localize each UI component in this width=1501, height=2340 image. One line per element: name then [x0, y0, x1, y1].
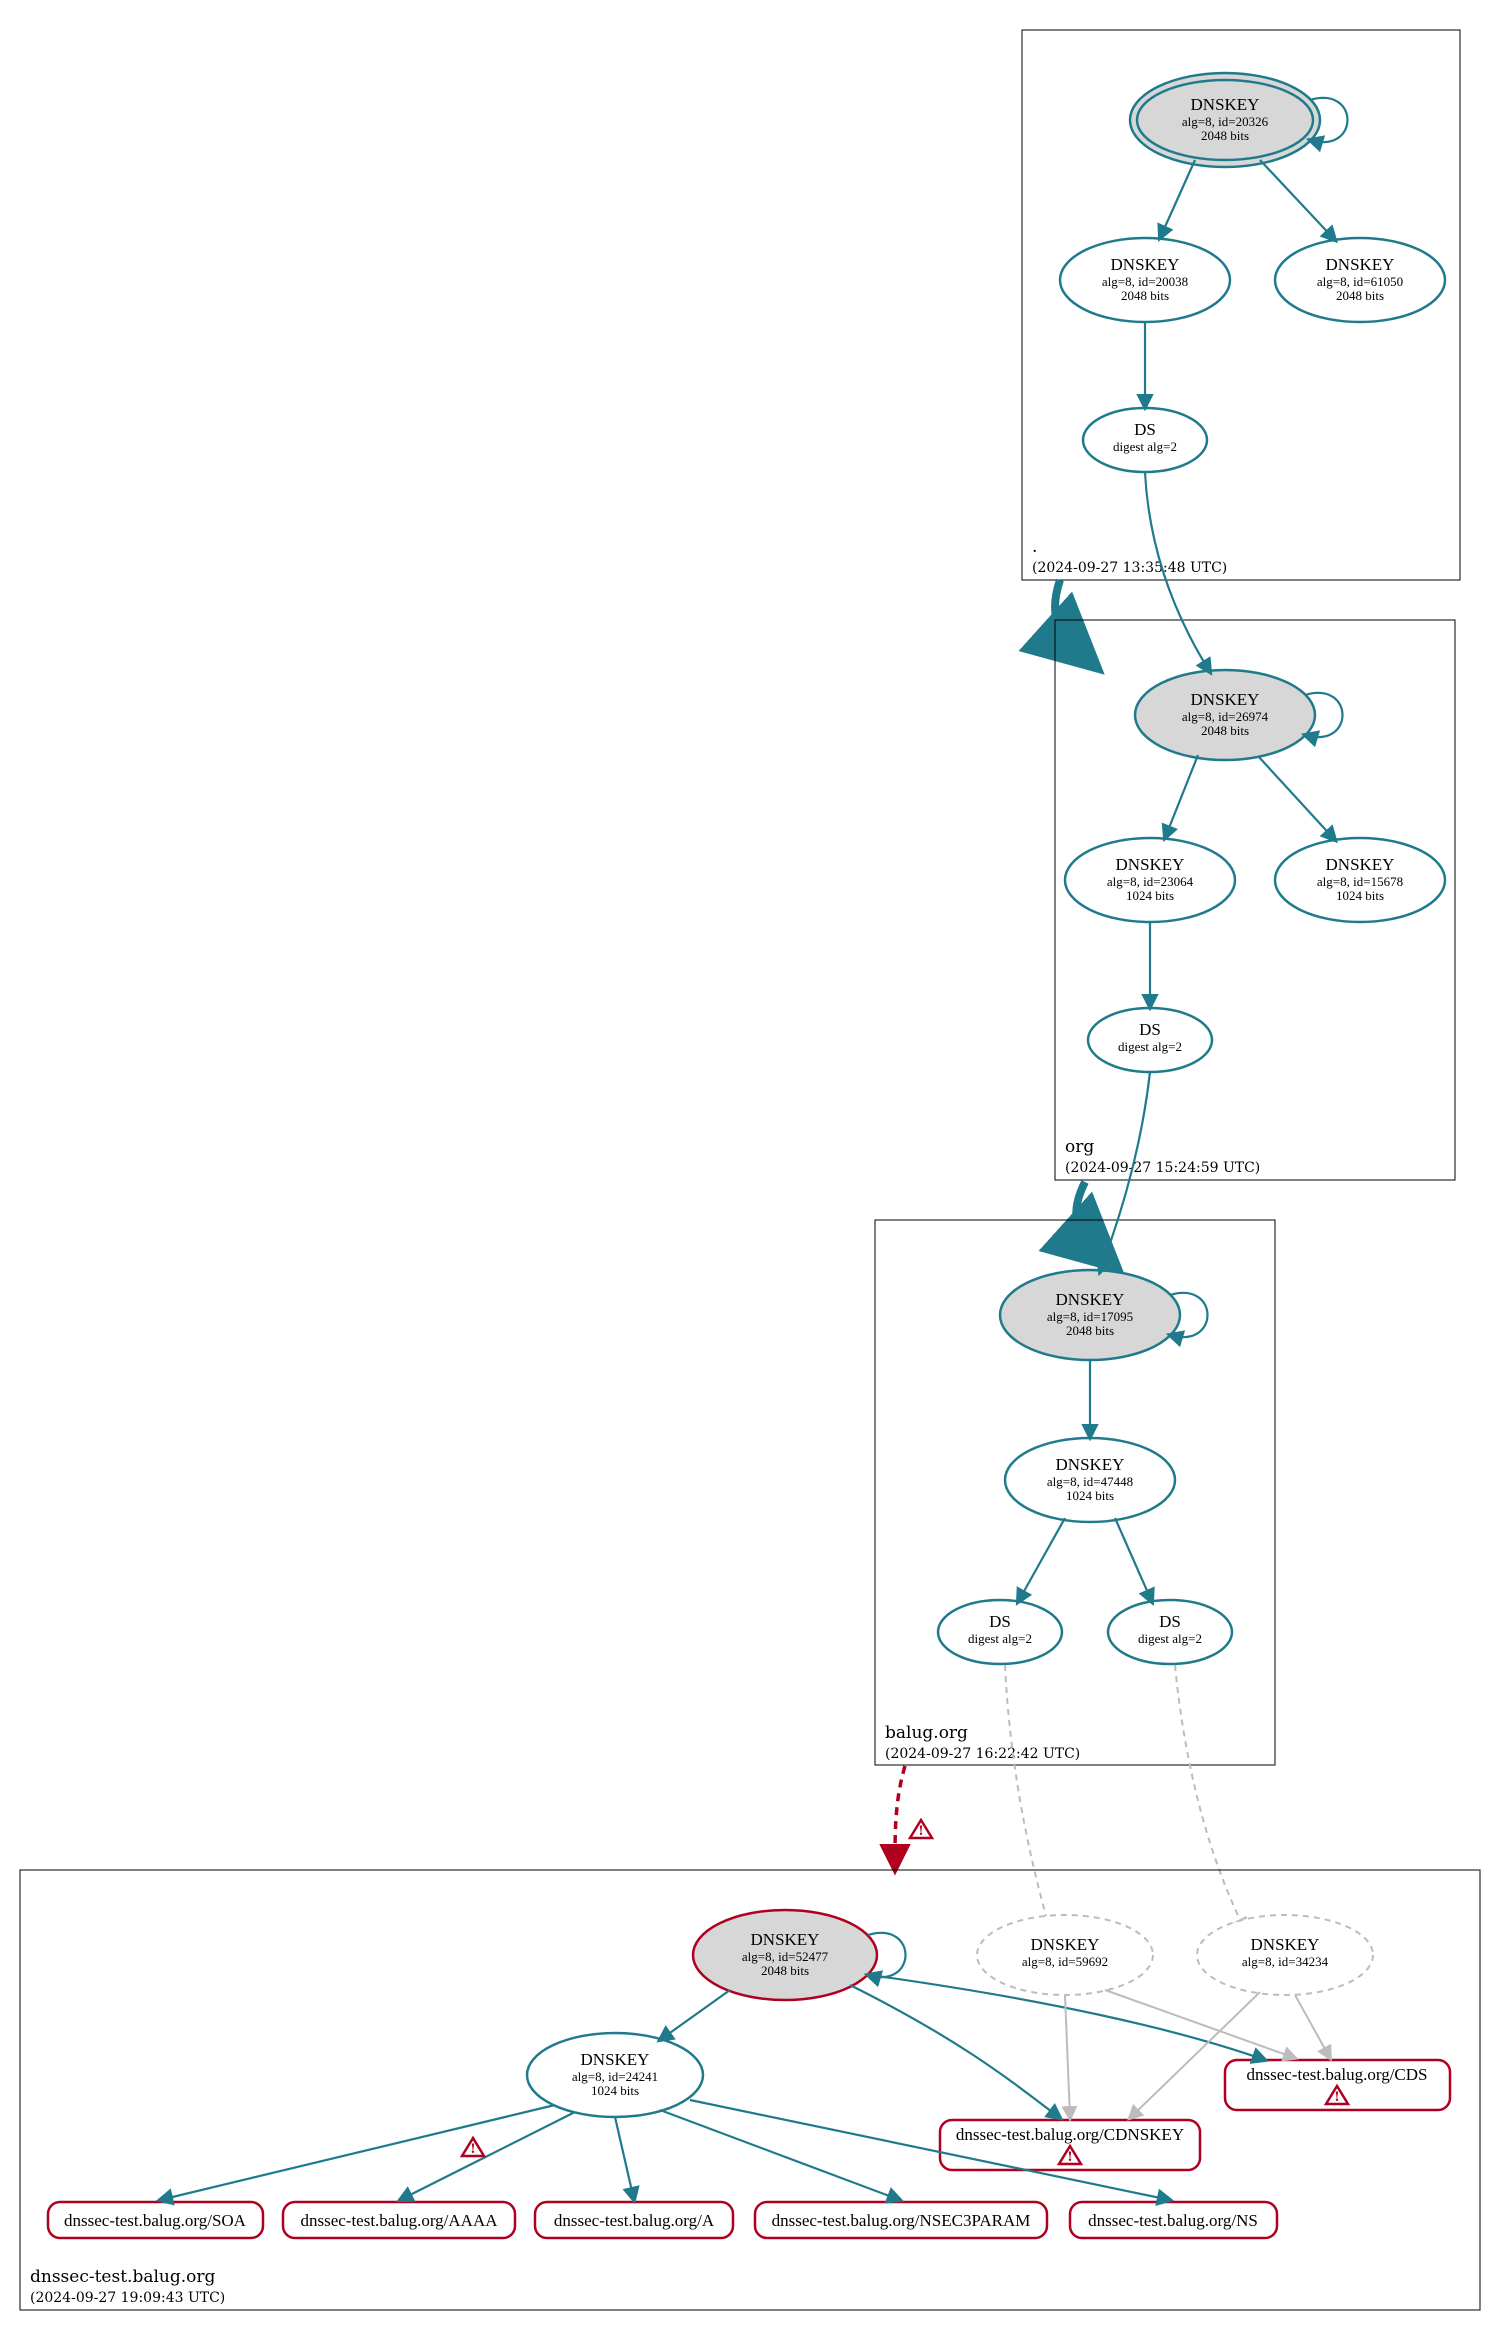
svg-text:dnssec-test.balug.org/NS: dnssec-test.balug.org/NS [1088, 2211, 1258, 2230]
svg-text:digest alg=2: digest alg=2 [1118, 1039, 1182, 1054]
svg-text:1024 bits: 1024 bits [1126, 888, 1174, 903]
svg-text:!: ! [470, 2142, 476, 2157]
svg-text:1024 bits: 1024 bits [591, 2083, 639, 2098]
svg-text:!: ! [918, 1824, 924, 1839]
svg-text:digest alg=2: digest alg=2 [1138, 1631, 1202, 1646]
svg-text:!: ! [1067, 2150, 1073, 2165]
svg-text:alg=8, id=47448: alg=8, id=47448 [1047, 1474, 1133, 1489]
node-org-ds: DS digest alg=2 [1088, 1008, 1212, 1072]
svg-text:alg=8, id=34234: alg=8, id=34234 [1242, 1954, 1329, 1969]
svg-text:alg=8, id=24241: alg=8, id=24241 [572, 2069, 658, 2084]
svg-text:dnssec-test.balug.org/SOA: dnssec-test.balug.org/SOA [64, 2211, 247, 2230]
svg-text:2048 bits: 2048 bits [1201, 723, 1249, 738]
svg-text:digest alg=2: digest alg=2 [1113, 439, 1177, 454]
svg-text:1024 bits: 1024 bits [1336, 888, 1384, 903]
warning-icon: ! [462, 2138, 484, 2157]
node-dt-ksk: DNSKEY alg=8, id=52477 2048 bits [693, 1910, 906, 2000]
node-balug-ds1: DS digest alg=2 [938, 1600, 1062, 1664]
cluster-root-ts: (2024-09-27 13:35:48 UTC) [1032, 560, 1227, 576]
svg-text:1024 bits: 1024 bits [1066, 1488, 1114, 1503]
dnssec-auth-graph: . (2024-09-27 13:35:48 UTC) DNSKEY alg=8… [0, 0, 1501, 2340]
cluster-org: org (2024-09-27 15:24:59 UTC) DNSKEY alg… [1055, 472, 1455, 1180]
cluster-balug-name: balug.org [885, 1723, 968, 1743]
svg-text:DS: DS [1159, 1612, 1181, 1631]
svg-text:dnssec-test.balug.org/CDNSKEY: dnssec-test.balug.org/CDNSKEY [956, 2125, 1184, 2144]
rr-cdnskey: dnssec-test.balug.org/CDNSKEY ! [940, 2120, 1200, 2170]
node-org-ksk: DNSKEY alg=8, id=26974 2048 bits [1135, 670, 1343, 760]
svg-text:DNSKEY: DNSKEY [1326, 255, 1395, 274]
cluster-balug-ts: (2024-09-27 16:22:42 UTC) [885, 1746, 1080, 1762]
svg-text:alg=8, id=23064: alg=8, id=23064 [1107, 874, 1194, 889]
cluster-org-name: org [1065, 1137, 1094, 1157]
svg-text:DNSKEY: DNSKEY [581, 2050, 650, 2069]
node-balug-ds2: DS digest alg=2 [1108, 1600, 1232, 1664]
cluster-dt-name: dnssec-test.balug.org [30, 2267, 216, 2287]
svg-text:DNSKEY: DNSKEY [1116, 855, 1185, 874]
node-root-ds: DS digest alg=2 [1083, 408, 1207, 472]
node-dt-ghost-59692: DNSKEY alg=8, id=59692 [977, 1915, 1153, 1995]
svg-text:dnssec-test.balug.org/A: dnssec-test.balug.org/A [554, 2211, 715, 2230]
svg-text:!: ! [1334, 2090, 1340, 2105]
svg-text:DNSKEY: DNSKEY [1111, 255, 1180, 274]
svg-text:DNSKEY: DNSKEY [1191, 95, 1260, 114]
node-org-zsk-23064: DNSKEY alg=8, id=23064 1024 bits [1065, 838, 1235, 922]
rr-cds: dnssec-test.balug.org/CDS ! [1225, 2060, 1450, 2110]
cluster-dnssectest: dnssec-test.balug.org (2024-09-27 19:09:… [20, 1870, 1480, 2310]
node-root-zsk-61050: DNSKEY alg=8, id=61050 2048 bits [1275, 238, 1445, 322]
svg-text:alg=8, id=20038: alg=8, id=20038 [1102, 274, 1188, 289]
svg-text:2048 bits: 2048 bits [1336, 288, 1384, 303]
svg-text:dnssec-test.balug.org/AAAA: dnssec-test.balug.org/AAAA [300, 2211, 498, 2230]
svg-text:DNSKEY: DNSKEY [1191, 690, 1260, 709]
svg-text:DNSKEY: DNSKEY [1251, 1935, 1320, 1954]
rr-aaaa: dnssec-test.balug.org/AAAA [283, 2202, 515, 2238]
svg-text:DNSKEY: DNSKEY [1056, 1455, 1125, 1474]
cluster-root: . (2024-09-27 13:35:48 UTC) DNSKEY alg=8… [1022, 30, 1460, 580]
node-org-zsk-15678: DNSKEY alg=8, id=15678 1024 bits [1275, 838, 1445, 922]
cluster-dt-ts: (2024-09-27 19:09:43 UTC) [30, 2290, 225, 2306]
svg-text:DNSKEY: DNSKEY [1326, 855, 1395, 874]
svg-text:DNSKEY: DNSKEY [1056, 1290, 1125, 1309]
svg-text:2048 bits: 2048 bits [1121, 288, 1169, 303]
svg-text:2048 bits: 2048 bits [761, 1963, 809, 1978]
svg-text:alg=8, id=17095: alg=8, id=17095 [1047, 1309, 1133, 1324]
svg-text:2048 bits: 2048 bits [1201, 128, 1249, 143]
node-dt-ghost-34234: DNSKEY alg=8, id=34234 [1197, 1915, 1373, 1995]
rr-ns: dnssec-test.balug.org/NS [1070, 2202, 1277, 2238]
cluster-root-name: . [1032, 537, 1037, 557]
rr-soa: dnssec-test.balug.org/SOA [48, 2202, 263, 2238]
svg-text:DNSKEY: DNSKEY [1031, 1935, 1100, 1954]
svg-text:alg=8, id=59692: alg=8, id=59692 [1022, 1954, 1108, 1969]
svg-text:alg=8, id=52477: alg=8, id=52477 [742, 1949, 829, 1964]
node-balug-zsk: DNSKEY alg=8, id=47448 1024 bits [1005, 1438, 1175, 1522]
rr-a: dnssec-test.balug.org/A [535, 2202, 733, 2238]
svg-text:DNSKEY: DNSKEY [751, 1930, 820, 1949]
svg-text:DS: DS [989, 1612, 1011, 1631]
svg-text:2048 bits: 2048 bits [1066, 1323, 1114, 1338]
warning-icon: ! [910, 1820, 932, 1839]
node-balug-ksk: DNSKEY alg=8, id=17095 2048 bits [1000, 1270, 1208, 1360]
svg-text:DS: DS [1139, 1020, 1161, 1039]
svg-text:dnssec-test.balug.org/CDS: dnssec-test.balug.org/CDS [1246, 2065, 1427, 2084]
svg-text:dnssec-test.balug.org/NSEC3PAR: dnssec-test.balug.org/NSEC3PARAM [772, 2211, 1031, 2230]
svg-text:alg=8, id=20326: alg=8, id=20326 [1182, 114, 1269, 129]
svg-text:alg=8, id=61050: alg=8, id=61050 [1317, 274, 1403, 289]
svg-text:digest alg=2: digest alg=2 [968, 1631, 1032, 1646]
rr-nsec3param: dnssec-test.balug.org/NSEC3PARAM [755, 2202, 1047, 2238]
node-root-ksk: DNSKEY alg=8, id=20326 2048 bits [1130, 73, 1348, 167]
cluster-org-ts: (2024-09-27 15:24:59 UTC) [1065, 1160, 1260, 1176]
svg-text:alg=8, id=15678: alg=8, id=15678 [1317, 874, 1403, 889]
node-root-zsk-20038: DNSKEY alg=8, id=20038 2048 bits [1060, 238, 1230, 322]
svg-text:alg=8, id=26974: alg=8, id=26974 [1182, 709, 1269, 724]
svg-text:DS: DS [1134, 420, 1156, 439]
